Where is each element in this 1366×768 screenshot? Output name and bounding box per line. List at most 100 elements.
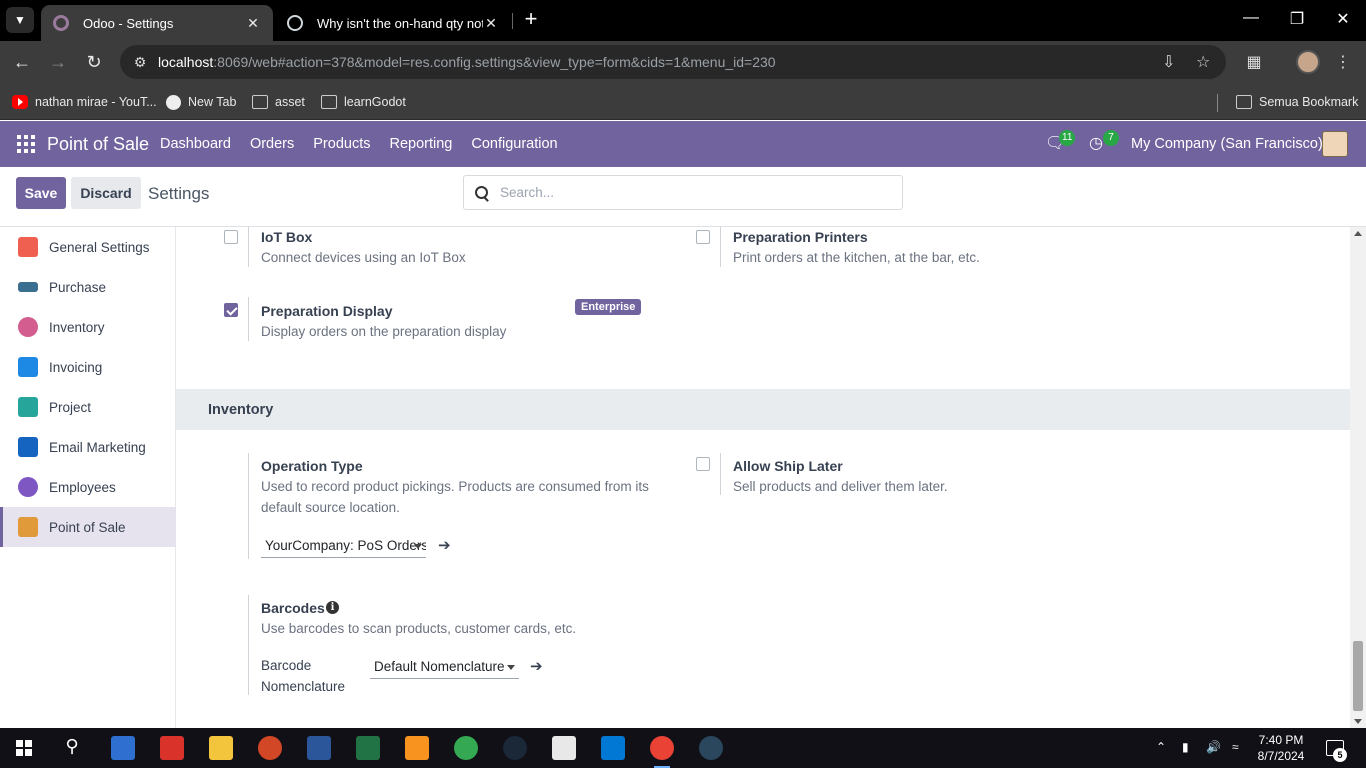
menu-products[interactable]: Products [313,136,370,152]
close-icon[interactable]: ✕ [245,15,261,32]
apps-menu-icon[interactable] [17,135,35,153]
store-icon[interactable] [111,736,135,760]
tab-title: Why isn't the on-hand qty not u [317,15,483,31]
menu-reporting[interactable]: Reporting [390,136,453,152]
sidebar-item-general-settings[interactable]: General Settings [0,227,176,267]
volume-icon[interactable]: 🔊 [1206,740,1221,754]
extensions-icon[interactable]: ▦ [1242,51,1266,75]
main-menu: Dashboard Orders Products Reporting Conf… [160,136,577,152]
preparation-display-checkbox[interactable] [224,303,238,317]
allow-ship-later-checkbox[interactable] [696,457,710,471]
menu-orders[interactable]: Orders [250,136,294,152]
excel-icon[interactable] [356,736,380,760]
sidebar-item-email-marketing[interactable]: Email Marketing [0,427,176,467]
install-app-icon[interactable]: ⇩ [1162,45,1175,79]
tab-search-button[interactable]: ▼ [6,7,34,33]
forward-arrow-icon[interactable]: → [46,51,70,75]
scroll-down-icon[interactable] [1354,719,1362,724]
divider [248,297,249,341]
messages-button[interactable]: 🗨 11 [1045,130,1076,155]
powerpoint-icon[interactable] [258,736,282,760]
activities-button[interactable]: ◷ 7 [1089,130,1119,155]
all-bookmarks[interactable]: Semua Bookmark [1236,92,1358,112]
iot-box-description: Connect devices using an IoT Box [261,250,466,265]
back-arrow-icon[interactable]: ← [10,51,34,75]
sidebar-item-invoicing[interactable]: Invoicing [0,347,176,387]
preparation-printers-title: Preparation Printers [733,229,868,245]
chevron-up-icon[interactable]: ⌃ [1156,740,1166,754]
arrow-right-icon[interactable]: ➔ [530,657,543,675]
word-icon[interactable] [307,736,331,760]
sidebar-item-inventory[interactable]: Inventory [0,307,176,347]
windows-start-icon[interactable] [16,740,32,756]
allow-ship-later-title: Allow Ship Later [733,458,843,474]
folder-icon [252,95,268,109]
sidebar-item-project[interactable]: Project [0,387,176,427]
reload-icon[interactable]: ↻ [82,51,106,75]
scrollbar[interactable] [1350,227,1366,728]
browser-tab-forum[interactable]: Why isn't the on-hand qty not u ✕ [275,5,511,41]
barcode-nomenclature-select[interactable]: Default Nomenclature [370,655,519,679]
browser-tab-odoo-settings[interactable]: Odoo - Settings ✕ [41,5,273,41]
minimize-icon[interactable]: — [1236,9,1266,27]
close-icon[interactable]: ✕ [483,15,499,32]
scroll-up-icon[interactable] [1354,231,1362,236]
bookmark-star-icon[interactable]: ☆ [1196,45,1210,79]
user-avatar[interactable] [1322,131,1348,157]
browser-menu-icon[interactable]: ⋮ [1331,51,1355,75]
steam-icon[interactable] [503,736,527,760]
discard-button[interactable]: Discard [71,177,141,209]
preparation-printers-checkbox[interactable] [696,230,710,244]
scroll-thumb[interactable] [1353,641,1363,711]
bookmark-new-tab[interactable]: New Tab [166,92,236,112]
search-input[interactable] [500,185,880,200]
chrome-icon[interactable] [454,736,478,760]
company-switcher[interactable]: My Company (San Francisco) [1131,136,1323,152]
app-name[interactable]: Point of Sale [47,134,149,155]
bookmark-asset[interactable]: asset [252,92,305,112]
bookmark-youtube[interactable]: nathan mirae - YouT... [12,92,157,112]
site-info-icon[interactable]: ⚙ [130,52,150,72]
profile-avatar[interactable] [1296,50,1320,74]
file-explorer-icon[interactable] [209,736,233,760]
menu-dashboard[interactable]: Dashboard [160,136,231,152]
notes-app-icon[interactable] [552,736,576,760]
caret-down-icon [507,665,515,670]
system-clock[interactable]: 7:40 PM 8/7/2024 [1254,732,1308,764]
employees-icon [18,477,38,497]
activities-badge: 7 [1103,130,1119,146]
iot-box-checkbox[interactable] [224,230,238,244]
new-tab-button[interactable]: + [520,8,542,32]
info-icon[interactable]: i [326,601,339,614]
tab-title: Odoo - Settings [83,15,174,31]
search-icon[interactable]: ⚲ [60,736,84,760]
save-button[interactable]: Save [16,177,66,209]
sidebar-item-purchase[interactable]: Purchase [0,267,176,307]
tab-separator [512,13,513,29]
section-header-inventory: Inventory [176,389,1350,430]
browser-tabstrip: ▼ Odoo - Settings ✕ Why isn't the on-han… [0,0,1366,41]
steam-active-icon[interactable] [699,736,723,760]
window-close-icon[interactable]: ✕ [1328,9,1358,29]
wifi-icon[interactable]: ≈ [1232,740,1239,754]
xampp-icon[interactable] [405,736,429,760]
youtube-icon [12,95,28,109]
operation-type-description: Used to record product pickings. Product… [261,479,649,515]
chrome-active-icon[interactable] [650,736,674,768]
menu-configuration[interactable]: Configuration [471,136,557,152]
arrow-right-icon[interactable]: ➔ [438,536,451,554]
sidebar-item-employees[interactable]: Employees [0,467,176,507]
gift-app-icon[interactable] [160,736,184,760]
vscode-icon[interactable] [601,736,625,760]
sidebar-item-point-of-sale[interactable]: Point of Sale [0,507,176,547]
address-bar[interactable]: ⚙ localhost:8069/web#action=378&model=re… [120,45,1226,79]
restore-icon[interactable]: ❐ [1282,9,1312,29]
divider [720,227,721,267]
battery-icon[interactable]: ▮ [1182,740,1189,754]
messages-badge: 11 [1059,130,1076,146]
operation-type-select[interactable]: YourCompany: PoS Orders [261,534,426,558]
barcodes-description: Use barcodes to scan products, customer … [261,621,577,636]
project-icon [18,397,38,417]
barcodes-title: Barcodes [261,600,325,616]
bookmark-learngodot[interactable]: learnGodot [321,92,406,112]
